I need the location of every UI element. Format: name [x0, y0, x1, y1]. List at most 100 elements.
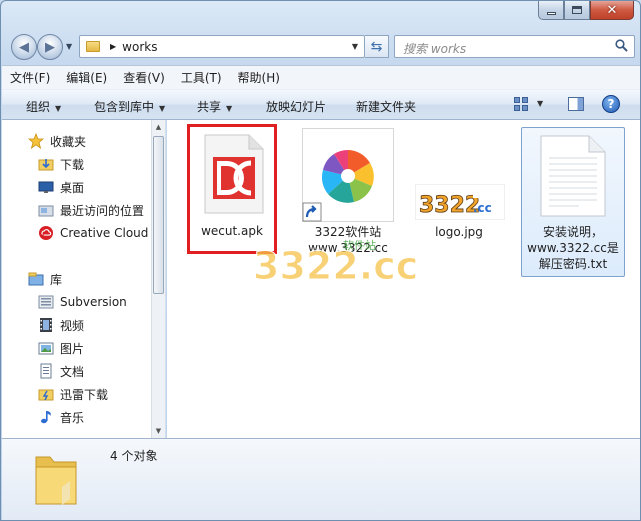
- search-icon[interactable]: [615, 39, 628, 52]
- scroll-down-icon[interactable]: ▼: [152, 424, 165, 438]
- thunder-download-icon: [38, 386, 54, 402]
- sidebar-label: Subversion: [60, 295, 127, 309]
- creative-cloud-icon: [38, 225, 54, 241]
- refresh-icon: ⇆: [370, 38, 383, 55]
- sidebar-label: 音乐: [60, 410, 85, 425]
- search-input[interactable]: 搜索 works: [394, 35, 635, 58]
- file-name-line3: 解压密码.txt: [538, 257, 608, 271]
- sidebar-item-documents[interactable]: 文档: [38, 360, 165, 382]
- breadcrumb-separator-icon[interactable]: ▶: [110, 42, 116, 51]
- recent-places-icon: [38, 202, 54, 218]
- sidebar-label: 下载: [60, 157, 85, 172]
- sidebar-label: 收藏夹: [50, 134, 87, 149]
- address-dropdown-icon[interactable]: ▼: [352, 42, 358, 51]
- pinwheel-logo-icon: [321, 149, 374, 203]
- organize-button[interactable]: 组织 ▼: [26, 98, 61, 115]
- sidebar-scrollbar[interactable]: ▲ ▼: [151, 120, 165, 438]
- sidebar-item-subversion[interactable]: Subversion: [38, 291, 165, 313]
- chevron-down-icon: ▼: [226, 104, 233, 113]
- documents-icon: [38, 363, 54, 379]
- navigation-pane: 收藏夹 下载 桌面 最近访问的位置 Creative Cloud Files: [2, 120, 166, 438]
- file-name-line2: www.3322.cc: [308, 241, 388, 255]
- music-icon: [38, 409, 54, 425]
- menu-help[interactable]: 帮助(H): [238, 69, 280, 86]
- sidebar-item-pictures[interactable]: 图片: [38, 337, 165, 359]
- address-bar[interactable]: ▶ works ▼: [79, 35, 365, 58]
- forward-arrow-icon: ▶: [45, 39, 55, 55]
- sidebar-item-favorites[interactable]: 收藏夹: [27, 130, 165, 152]
- video-icon: [38, 317, 54, 333]
- pictures-icon: [38, 340, 54, 356]
- organize-label: 组织: [26, 100, 51, 114]
- minimize-icon: [546, 11, 556, 15]
- recent-pages-dropdown[interactable]: ▼: [66, 42, 72, 51]
- view-dropdown-icon[interactable]: ▼: [537, 99, 543, 108]
- sidebar-label: 桌面: [60, 180, 85, 195]
- sidebar-item-music[interactable]: 音乐: [38, 406, 165, 428]
- search-placeholder: 搜索 works: [403, 42, 467, 56]
- details-pane: 4 个对象: [2, 438, 640, 520]
- logo-image-thumbnail: 3322 .cc: [415, 184, 505, 220]
- sidebar-label: 视频: [60, 318, 85, 333]
- share-label: 共享: [197, 100, 222, 114]
- maximize-button[interactable]: [564, 1, 590, 20]
- menu-tools[interactable]: 工具(T): [181, 69, 222, 86]
- share-button[interactable]: 共享 ▼: [197, 98, 232, 115]
- menu-edit[interactable]: 编辑(E): [66, 69, 107, 86]
- back-button[interactable]: ◀: [11, 34, 37, 60]
- item-count: 4 个对象: [110, 449, 158, 463]
- file-name-line1: 安装说明，: [542, 225, 603, 239]
- file-name-line1: 3322软件站: [314, 225, 382, 239]
- navigation-row: ◀ ▶ ▼ ▶ works ▼ ⇆ 搜索 works: [9, 32, 635, 62]
- file-item-3322-shortcut[interactable]: 3322软件站 www.3322.cc: [300, 128, 396, 258]
- sidebar-item-downloads[interactable]: 下载: [38, 153, 165, 175]
- menu-view[interactable]: 查看(V): [123, 69, 165, 86]
- file-item-readme-txt[interactable]: 安装说明， www.3322.cc是 解压密码.txt: [521, 128, 625, 278]
- explorer-window: ✕ ◀ ▶ ▼ ▶ works ▼ ⇆ 搜索 works 文件(F) 编辑(E)…: [0, 0, 641, 521]
- file-item-wecut-apk[interactable]: wecut.apk: [187, 124, 277, 254]
- sidebar-label: 最近访问的位置: [60, 203, 145, 218]
- scroll-up-icon[interactable]: ▲: [152, 120, 165, 134]
- new-folder-label: 新建文件夹: [356, 100, 417, 114]
- preview-pane-icon[interactable]: [568, 97, 584, 111]
- sidebar-item-libraries[interactable]: 库: [28, 268, 165, 290]
- desktop-icon: [38, 179, 54, 195]
- refresh-button[interactable]: ⇆: [365, 35, 389, 58]
- shortcut-arrow-icon: [302, 202, 322, 222]
- new-folder-button[interactable]: 新建文件夹: [356, 98, 416, 115]
- file-item-logo-jpg[interactable]: 3322 .cc logo.jpg: [411, 128, 507, 248]
- menu-file[interactable]: 文件(F): [10, 69, 50, 86]
- sidebar-item-recent-places[interactable]: 最近访问的位置: [38, 199, 165, 221]
- breadcrumb-works[interactable]: works: [122, 40, 157, 54]
- subversion-icon: [38, 294, 54, 310]
- star-icon: [27, 132, 45, 149]
- forward-button[interactable]: ▶: [37, 34, 63, 60]
- slideshow-label: 放映幻灯片: [266, 100, 327, 114]
- sidebar-label: 迅雷下载: [60, 387, 109, 402]
- sidebar-item-creative-cloud[interactable]: Creative Cloud Files: [38, 222, 165, 244]
- library-icon: [28, 271, 44, 287]
- caption-buttons: ✕: [538, 1, 634, 21]
- help-icon[interactable]: ?: [602, 95, 620, 113]
- sidebar-item-videos[interactable]: 视频: [38, 314, 165, 336]
- include-in-library-button[interactable]: 包含到库中 ▼: [94, 98, 165, 115]
- change-view-icon[interactable]: [514, 97, 528, 111]
- command-bar: 组织 ▼ 包含到库中 ▼ 共享 ▼ 放映幻灯片 新建文件夹 ▼ ?: [2, 89, 640, 120]
- downloads-folder-icon: [38, 156, 54, 172]
- close-icon: ✕: [606, 2, 618, 18]
- text-file-icon: [540, 135, 606, 217]
- include-in-library-label: 包含到库中: [94, 100, 155, 114]
- sidebar-item-thunder-downloads[interactable]: 迅雷下载: [38, 383, 165, 405]
- sidebar-item-desktop[interactable]: 桌面: [38, 176, 165, 198]
- close-button[interactable]: ✕: [590, 1, 634, 20]
- chevron-down-icon: ▼: [159, 104, 166, 113]
- svg-text:3322: 3322: [419, 193, 480, 218]
- sidebar-label: 图片: [60, 341, 85, 356]
- scrollbar-thumb[interactable]: [153, 136, 164, 294]
- svg-text:.cc: .cc: [473, 201, 492, 215]
- sidebar-label: 文档: [60, 364, 85, 379]
- chevron-down-icon: ▼: [55, 104, 62, 113]
- minimize-button[interactable]: [538, 1, 564, 20]
- slideshow-button[interactable]: 放映幻灯片: [266, 98, 326, 115]
- apk-icon: [204, 134, 264, 214]
